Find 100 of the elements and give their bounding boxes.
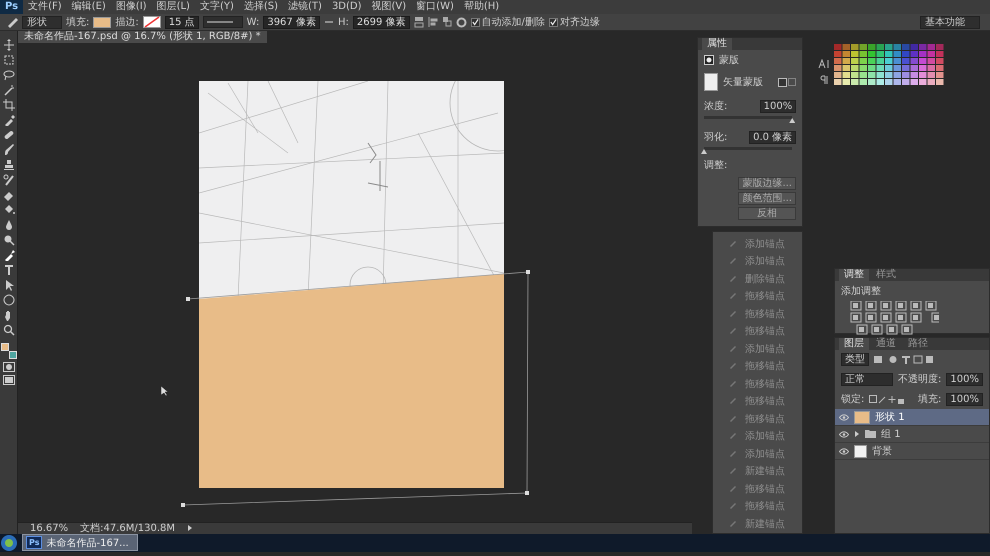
- background-color-swatch[interactable]: [8, 351, 16, 359]
- panel-tab[interactable]: 属性: [702, 38, 732, 50]
- menu-item[interactable]: 视图(V): [366, 0, 412, 14]
- foreground-color-swatch[interactable]: [0, 343, 8, 351]
- checkbox-label: 对齐边缘: [560, 16, 600, 29]
- panel-tab[interactable]: 调整: [839, 269, 870, 281]
- history-step-icon: [729, 467, 737, 476]
- layer-row[interactable]: 形状 1: [835, 409, 989, 426]
- layer-thumbnail: [854, 444, 868, 458]
- tool-mode-dropdown[interactable]: 形状: [22, 16, 62, 28]
- stroke-label: 描边:: [115, 16, 139, 29]
- settings-icon[interactable]: [456, 16, 466, 28]
- mask-selection-icon[interactable]: [778, 78, 796, 86]
- history-step-icon: [729, 502, 737, 510]
- eye-icon: [839, 430, 850, 438]
- start-button[interactable]: [0, 534, 18, 552]
- slider-value-field[interactable]: 100%: [760, 100, 796, 112]
- taskbar-app-button[interactable]: Ps 未命名作品-167...: [22, 534, 138, 551]
- lasso-icon[interactable]: [2, 69, 14, 81]
- workspace-dropdown[interactable]: 基本功能: [920, 16, 980, 28]
- wand-icon[interactable]: [2, 84, 14, 96]
- height-field[interactable]: 2699 像素: [352, 16, 410, 28]
- slider-thumb[interactable]: [701, 149, 707, 154]
- layer-row[interactable]: 背景: [835, 443, 989, 460]
- history-step-icon: [729, 310, 737, 318]
- width-field[interactable]: 3967 像素: [263, 16, 320, 28]
- type-icon[interactable]: [2, 264, 14, 276]
- collapsed-arrow-icon[interactable]: [854, 431, 860, 437]
- menu-item[interactable]: 帮助(H): [458, 0, 504, 14]
- quick-mask-icon[interactable]: [2, 362, 14, 372]
- path-arrangement-icon[interactable]: [442, 16, 452, 28]
- slider-label: 浓度:: [704, 100, 728, 113]
- eye-icon: [839, 448, 850, 454]
- history-step-icon: [729, 274, 737, 283]
- menu-item[interactable]: 图像(I): [110, 0, 152, 14]
- opacity-field[interactable]: 100%: [946, 372, 983, 386]
- mask-type-label: 矢量蒙版: [723, 76, 763, 89]
- mask-label: 蒙版: [719, 54, 739, 67]
- menu-item[interactable]: 窗口(W): [411, 0, 459, 14]
- menu-item[interactable]: 编辑(E): [66, 0, 111, 14]
- pen-icon: [6, 16, 18, 28]
- checkbox[interactable]: [470, 18, 480, 26]
- stamp-icon[interactable]: [2, 159, 14, 171]
- history-step-icon: [729, 450, 737, 458]
- panel-tab[interactable]: 图层: [839, 338, 870, 350]
- checkbox[interactable]: [548, 18, 558, 26]
- no-stroke-swatch[interactable]: [142, 16, 161, 28]
- stroke-width-field[interactable]: 15 点: [164, 16, 199, 28]
- menu-item[interactable]: 3D(D): [326, 0, 367, 14]
- line-style-dropdown[interactable]: [202, 16, 243, 28]
- history-step-icon: [729, 520, 737, 528]
- eyedropper-icon[interactable]: [2, 114, 14, 126]
- panel-tab[interactable]: 路径: [903, 338, 934, 350]
- history-brush-icon[interactable]: [2, 174, 14, 186]
- slider-value-field[interactable]: 0.0 像素: [749, 130, 796, 144]
- character-panel-icon[interactable]: [818, 59, 830, 69]
- width-label: W:: [246, 16, 260, 28]
- mask-icon: [704, 55, 714, 65]
- fill-label: 填充:: [66, 16, 90, 29]
- move-icon[interactable]: [2, 39, 14, 51]
- panel-tab[interactable]: 样式: [871, 269, 902, 281]
- crop-icon[interactable]: [2, 99, 14, 111]
- history-step-icon: [729, 327, 737, 336]
- shape-path[interactable]: [181, 270, 530, 507]
- document-tab[interactable]: 未命名作品-167.psd @ 16.7% (形状 1, RGB/8#) *: [18, 31, 267, 43]
- panel-tab[interactable]: 通道: [871, 338, 902, 350]
- zoom-level: 16.67%: [30, 522, 68, 534]
- layer-filter-dropdown[interactable]: 类型: [841, 353, 870, 366]
- history-step-icon: [729, 380, 737, 388]
- opacity-label: 不透明度:: [898, 372, 942, 386]
- layer-row[interactable]: 组 1: [835, 426, 989, 443]
- lock-icons[interactable]: [869, 394, 906, 404]
- menu-item[interactable]: 滤镜(T): [283, 0, 327, 14]
- brush-icon[interactable]: [2, 144, 14, 156]
- adjustment-icons[interactable]: [849, 301, 940, 335]
- slider-label: 羽化:: [704, 131, 728, 144]
- pen-icon[interactable]: [2, 249, 14, 261]
- eye-icon: [839, 414, 850, 420]
- menu-item[interactable]: 文字(Y): [194, 0, 239, 14]
- path-operations-icon[interactable]: [414, 16, 424, 28]
- zoom-icon[interactable]: [2, 324, 14, 336]
- fill-field[interactable]: 100%: [946, 392, 983, 406]
- slider-thumb[interactable]: [789, 118, 796, 123]
- menu-item[interactable]: 图层(L): [152, 0, 195, 14]
- screen-mode-icon[interactable]: [2, 375, 14, 385]
- filter-icons[interactable]: [874, 355, 934, 364]
- blend-mode-dropdown[interactable]: 正常: [841, 372, 894, 386]
- path-alignment-icon[interactable]: [428, 16, 438, 28]
- dodge-icon[interactable]: [2, 234, 14, 246]
- menu-item[interactable]: 选择(S): [238, 0, 284, 14]
- marquee-icon[interactable]: [2, 54, 14, 66]
- eraser-icon[interactable]: [2, 189, 14, 201]
- fill-swatch[interactable]: [93, 16, 112, 28]
- bucket-icon[interactable]: [2, 204, 14, 216]
- refine-button[interactable]: 蒙版边缘...: [738, 177, 796, 190]
- menu-item[interactable]: 文件(F): [23, 0, 67, 14]
- arrow-icon[interactable]: [187, 525, 194, 531]
- paragraph-panel-icon[interactable]: [818, 75, 829, 85]
- mask-thumbnail: [704, 73, 718, 91]
- color-swatches[interactable]: [834, 44, 946, 86]
